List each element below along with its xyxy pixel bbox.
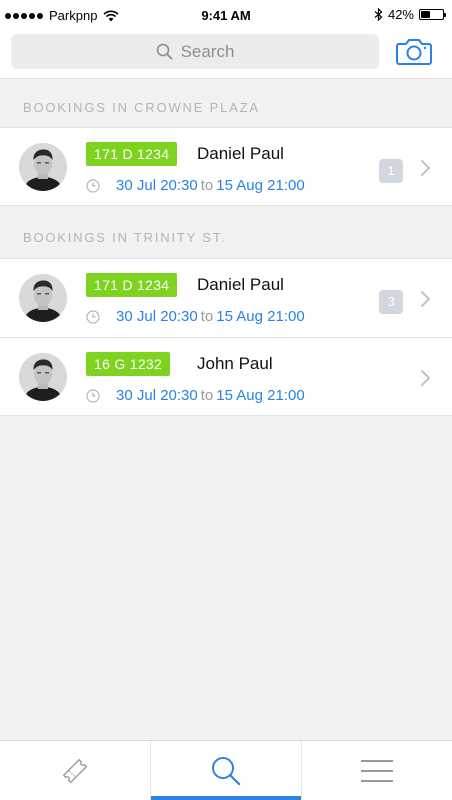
clock-icon <box>86 388 100 403</box>
section-header: BOOKINGS IN TRINITY ST. <box>23 229 227 245</box>
status-bar: Parkpnp 9:41 AM 42% <box>0 0 452 30</box>
camera-button[interactable] <box>394 33 434 69</box>
tab-search[interactable] <box>150 741 301 800</box>
chevron-right-icon <box>421 291 431 307</box>
avatar <box>19 274 67 322</box>
battery-icon <box>419 9 446 20</box>
tab-tickets[interactable] <box>0 741 150 800</box>
license-plate: 171 D 1234 <box>86 142 178 166</box>
to-label: to <box>200 177 214 194</box>
to-label: to <box>200 308 214 325</box>
booking-time: 30 Jul 20:30 to 15 Aug 21:00 <box>86 308 305 325</box>
bluetooth-icon <box>374 8 383 21</box>
search-icon <box>156 43 172 60</box>
chevron-right-icon <box>421 160 431 176</box>
start-time: 30 Jul 20:30 <box>116 177 198 194</box>
camera-icon <box>396 39 432 65</box>
battery-fill <box>421 11 430 18</box>
count-badge: 3 <box>379 290 403 314</box>
battery-percent: 42% <box>387 7 414 22</box>
status-right: 42% <box>374 7 446 22</box>
header: Search <box>0 30 452 79</box>
menu-icon <box>361 759 393 782</box>
end-time: 15 Aug 21:00 <box>216 308 305 325</box>
driver-name: John Paul <box>197 354 273 373</box>
chevron-right-icon <box>421 370 431 386</box>
license-plate: 16 G 1232 <box>86 352 171 376</box>
clock-icon <box>86 309 100 324</box>
driver-name: Daniel Paul <box>197 275 284 294</box>
booking-row[interactable]: 171 D 1234 Daniel Paul 30 Jul 20:30 to 1… <box>0 258 452 337</box>
search-placeholder: Search <box>180 41 235 61</box>
clock-icon <box>86 178 100 193</box>
tab-bar <box>0 740 452 800</box>
end-time: 15 Aug 21:00 <box>216 177 305 194</box>
driver-name: Daniel Paul <box>197 144 284 163</box>
start-time: 30 Jul 20:30 <box>116 387 198 404</box>
start-time: 30 Jul 20:30 <box>116 308 198 325</box>
booking-time: 30 Jul 20:30 to 15 Aug 21:00 <box>86 387 305 404</box>
booking-row[interactable]: 16 G 1232 John Paul 30 Jul 20:30 to 15 A… <box>0 337 452 416</box>
section-header: BOOKINGS IN CROWNE PLAZA <box>23 99 260 115</box>
active-tab-indicator <box>151 796 301 800</box>
to-label: to <box>200 387 214 404</box>
tab-menu[interactable] <box>301 741 452 800</box>
booking-time: 30 Jul 20:30 to 15 Aug 21:00 <box>86 177 305 194</box>
ticket-icon <box>62 758 88 783</box>
avatar <box>19 353 67 401</box>
search-input[interactable]: Search <box>11 34 379 69</box>
booking-row[interactable]: 171 D 1234 Daniel Paul 30 Jul 20:30 to 1… <box>0 127 452 206</box>
search-icon <box>212 756 241 785</box>
count-badge: 1 <box>379 159 403 183</box>
end-time: 15 Aug 21:00 <box>216 387 305 404</box>
license-plate: 171 D 1234 <box>86 273 178 297</box>
avatar <box>19 143 67 191</box>
